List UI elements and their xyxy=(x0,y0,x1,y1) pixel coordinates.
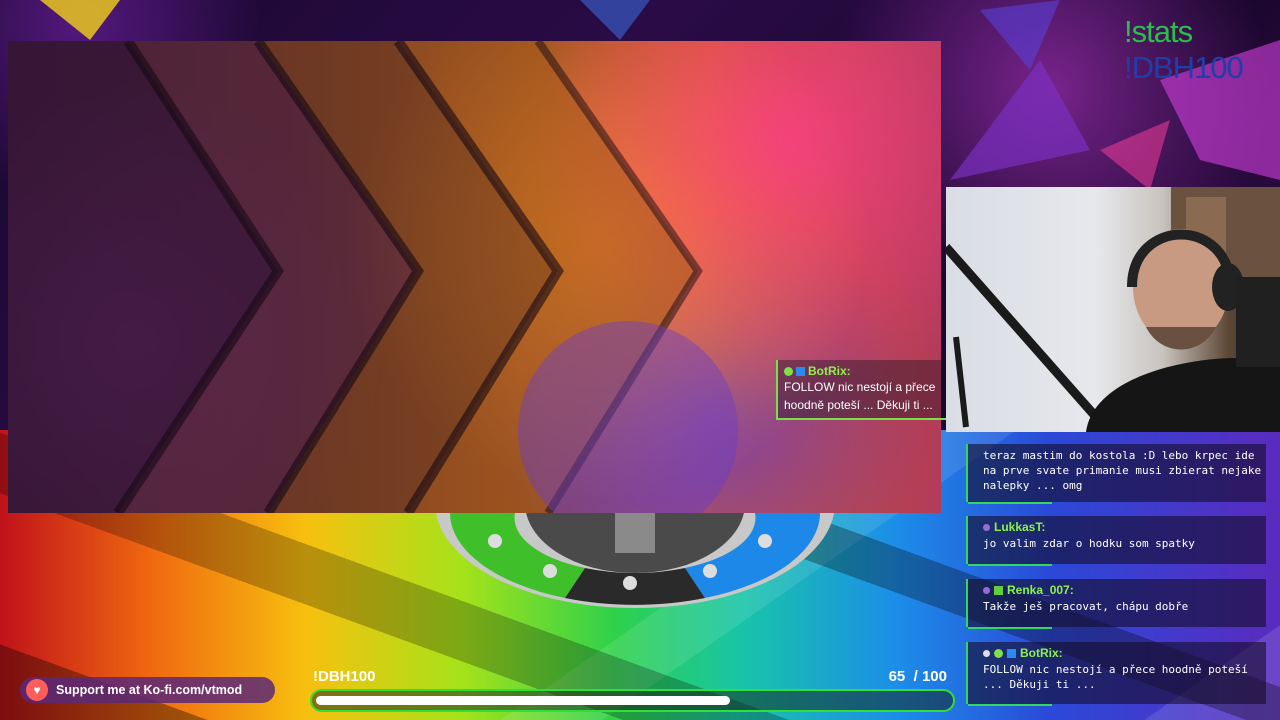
spin-wheel xyxy=(425,513,845,613)
kofi-cup-icon: ♥ xyxy=(26,679,48,701)
command-hints: !stats !DBH100 xyxy=(1124,14,1244,86)
chat-message: LukkasT: jo valim zdar o hodku som spatk… xyxy=(966,516,1266,566)
kofi-support-link[interactable]: ♥ Support me at Ko-fi.com/vtmod xyxy=(20,677,275,703)
verified-icon xyxy=(994,648,1003,658)
user-badge-icon xyxy=(983,523,990,531)
subscriber-icon xyxy=(994,585,1003,595)
chat-message-text: jo valim zdar o hodku som spatky xyxy=(983,537,1195,550)
user-badge-icon xyxy=(983,649,990,657)
user-badge-icon xyxy=(983,586,990,594)
chat-username: Renka_007: xyxy=(983,583,1266,597)
game-chat-overlay: BotRix: FOLLOW nic nestojí a přece hoodn… xyxy=(776,360,946,420)
game-chat-user: BotRix: xyxy=(784,364,946,378)
game-chat-line: FOLLOW nic nestojí a přece xyxy=(784,380,936,394)
chat-message: BotRix: FOLLOW nic nestojí a přece hoodn… xyxy=(966,642,1266,706)
chat-message: teraz mastim do kostola :D lebo krpec id… xyxy=(966,444,1266,504)
chat-username: LukkasT: xyxy=(983,520,1266,534)
stats-command: !stats xyxy=(1124,14,1193,49)
chat-message-text: FOLLOW nic nestojí a přece hoodně poteší… xyxy=(983,663,1248,691)
chat-username: BotRix: xyxy=(983,646,1266,660)
goal-count: 65 / 100 xyxy=(888,668,947,685)
chat-message-text: Takže ješ pracovat, chápu dobře xyxy=(983,600,1189,613)
game-chat-line: hoodně poteší ... Děkuji ti ... xyxy=(784,398,933,412)
goal-progress-bar xyxy=(310,689,955,712)
goal-label: !DBH100 xyxy=(313,668,376,685)
chat-message: Renka_007: Takže ješ pracovat, chápu dob… xyxy=(966,579,1266,629)
chat-panel: teraz mastim do kostola :D lebo krpec id… xyxy=(962,440,1280,720)
game-capture xyxy=(8,41,941,513)
bot-icon xyxy=(1007,648,1016,658)
verified-icon xyxy=(784,366,793,376)
bot-icon xyxy=(796,366,805,376)
webcam-feed xyxy=(946,187,1280,432)
dbh100-command: !DBH100 xyxy=(1124,50,1244,85)
goal-progress-fill xyxy=(316,696,731,705)
kofi-label: Support me at Ko-fi.com/vtmod xyxy=(56,683,243,697)
chat-message-text: teraz mastim do kostola :D lebo krpec id… xyxy=(983,449,1262,492)
